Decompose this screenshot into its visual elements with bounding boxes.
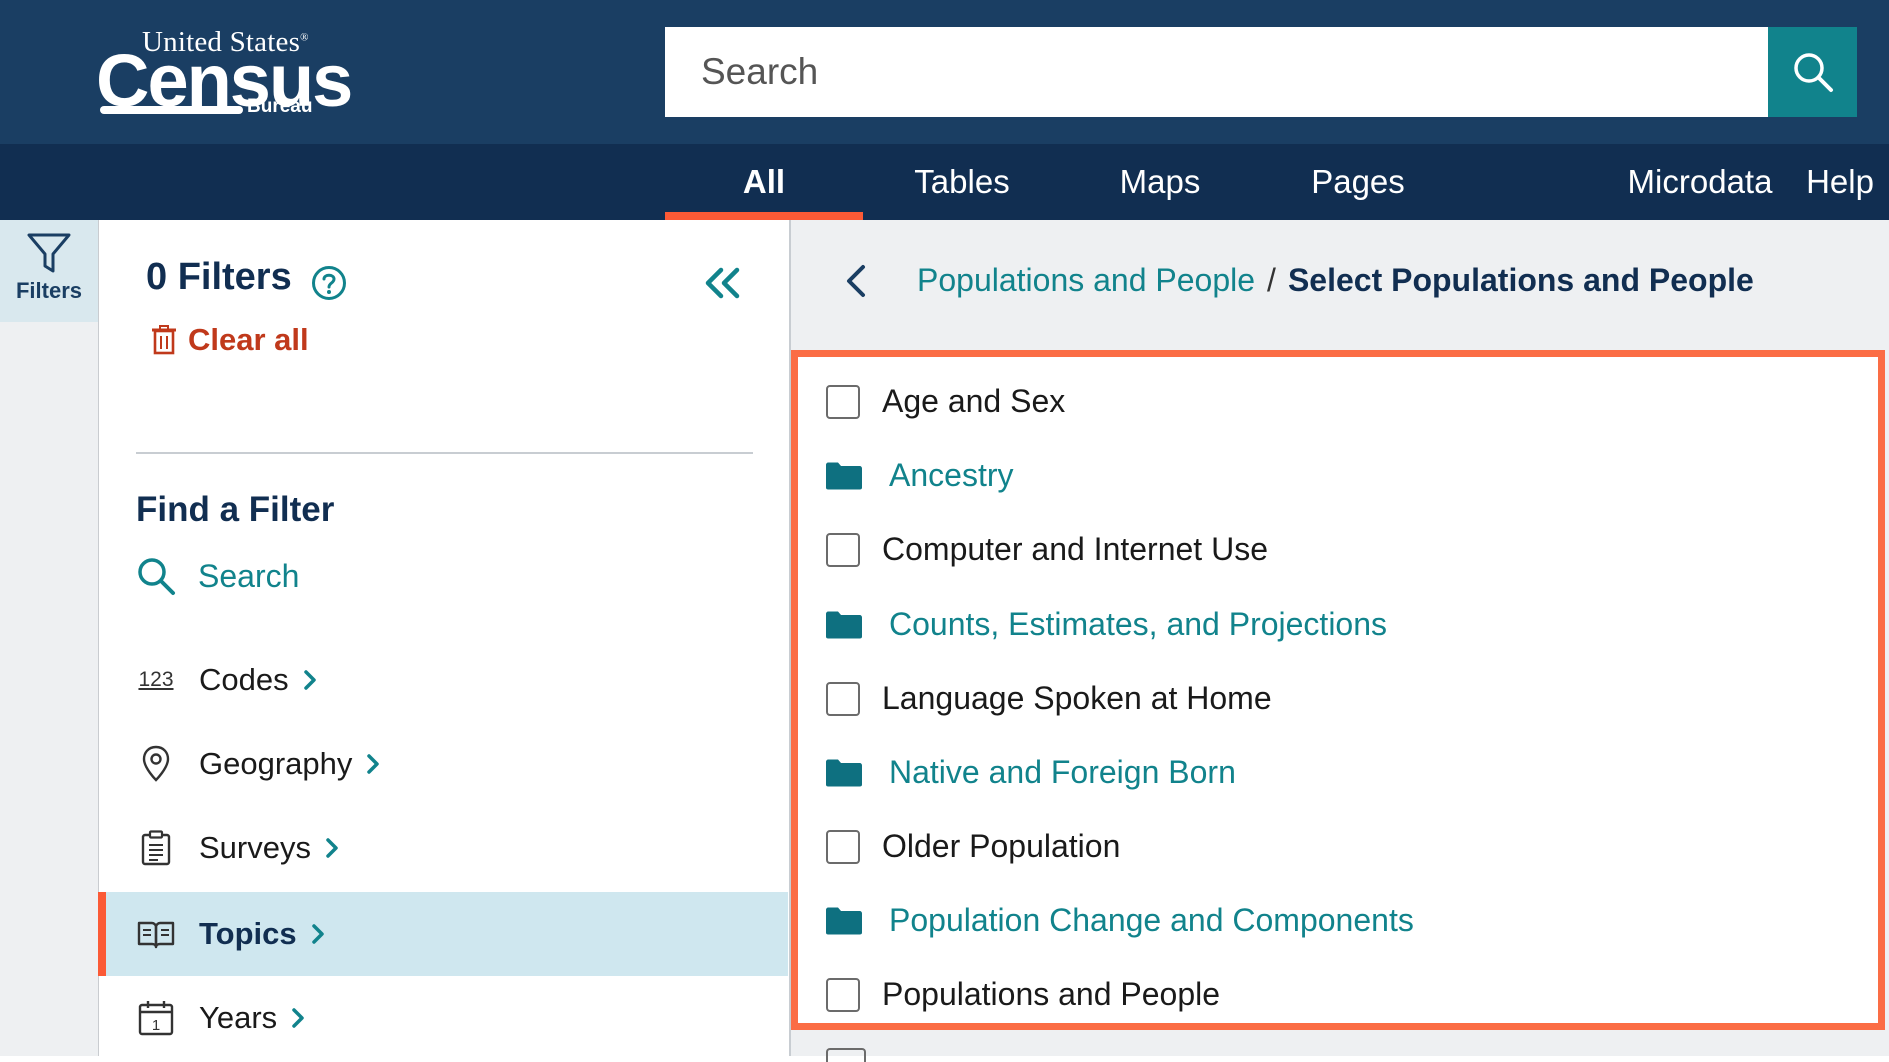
topic-folder-population-change-and-components[interactable]: Population Change and Components xyxy=(826,902,1414,939)
topic-checkbox[interactable] xyxy=(826,384,860,419)
help-icon[interactable] xyxy=(311,265,347,306)
collapse-panel-button[interactable] xyxy=(703,266,743,305)
chevron-right-icon xyxy=(311,924,324,944)
tab-microdata[interactable]: Microdata xyxy=(1610,144,1790,220)
filter-nav-topics-label: Topics xyxy=(199,916,297,951)
filter-nav-codes[interactable]: 123 Codes xyxy=(98,638,788,722)
tab-pages[interactable]: Pages xyxy=(1259,144,1457,220)
filter-nav-surveys[interactable]: Surveys xyxy=(98,806,788,890)
topic-checkbox[interactable] xyxy=(826,532,860,567)
topic-folder-counts-estimates-projections[interactable]: Counts, Estimates, and Projections xyxy=(826,606,1387,643)
topic-label: Older Population xyxy=(882,828,1121,864)
search-input[interactable] xyxy=(665,27,1751,117)
filter-nav-codes-label: Codes xyxy=(199,662,289,697)
location-pin-icon xyxy=(136,744,176,784)
svg-text:1: 1 xyxy=(152,1017,160,1034)
topic-checkbox[interactable] xyxy=(826,977,860,1012)
topic-folder-native-and-foreign-born[interactable]: Native and Foreign Born xyxy=(826,754,1236,791)
filter-nav-surveys-label: Surveys xyxy=(199,830,311,865)
filter-nav-topics[interactable]: Topics xyxy=(98,892,788,976)
topic-item-age-and-sex[interactable]: Age and Sex xyxy=(826,383,1065,420)
next-topic-checkbox-partial[interactable] xyxy=(826,1048,866,1062)
topic-item-populations-and-people[interactable]: Populations and People xyxy=(826,976,1220,1013)
topic-label: Ancestry xyxy=(889,457,1014,493)
funnel-icon xyxy=(27,233,71,273)
find-filter-search-link[interactable]: Search xyxy=(136,556,299,596)
search-icon xyxy=(138,558,175,595)
clipboard-icon xyxy=(136,828,176,868)
tab-help[interactable]: Help xyxy=(1795,144,1885,220)
open-book-icon xyxy=(136,914,176,954)
find-filter-heading: Find a Filter xyxy=(136,490,335,529)
filter-nav-geography-label: Geography xyxy=(199,746,353,781)
filters-count-title: 0 Filters xyxy=(146,256,292,298)
breadcrumb-parent-link[interactable]: Populations and People xyxy=(917,262,1255,299)
chevron-right-icon xyxy=(303,670,316,690)
topic-label: Populations and People xyxy=(882,976,1221,1012)
clear-all-button[interactable]: Clear all xyxy=(150,322,309,358)
filter-nav-years[interactable]: 1 Years xyxy=(98,976,788,1060)
topic-label: Computer and Internet Use xyxy=(882,531,1268,567)
topic-checkbox[interactable] xyxy=(826,829,860,864)
chevron-right-icon xyxy=(367,754,380,774)
logo-line3: Bureau xyxy=(247,96,313,117)
breadcrumb: Populations and People / Select Populati… xyxy=(845,262,1754,299)
filters-toggle-label: Filters xyxy=(15,278,83,303)
panel-divider xyxy=(136,452,753,454)
topic-label: Language Spoken at Home xyxy=(882,680,1272,716)
topic-label: Age and Sex xyxy=(882,383,1066,419)
filters-toggle-button[interactable]: Filters xyxy=(0,220,98,322)
topic-label: Counts, Estimates, and Projections xyxy=(889,606,1388,642)
folder-icon xyxy=(826,759,862,786)
clear-all-label: Clear all xyxy=(188,322,309,357)
topic-label: Native and Foreign Born xyxy=(889,754,1236,790)
find-filter-search-label: Search xyxy=(198,557,300,594)
calendar-icon: 1 xyxy=(136,998,176,1038)
search-icon xyxy=(1793,53,1833,92)
double-chevron-left-icon xyxy=(705,267,740,299)
folder-icon xyxy=(826,462,862,489)
folder-icon xyxy=(826,907,862,934)
topic-checkbox[interactable] xyxy=(826,681,860,716)
search-button[interactable] xyxy=(1768,27,1857,117)
folder-icon xyxy=(826,611,862,638)
chevron-right-icon xyxy=(326,838,338,858)
breadcrumb-current: Select Populations and People xyxy=(1287,262,1754,298)
trash-icon xyxy=(152,325,176,355)
breadcrumb-separator: / xyxy=(1267,262,1276,298)
logo-underline xyxy=(100,106,243,114)
topic-item-language-spoken-at-home[interactable]: Language Spoken at Home xyxy=(826,680,1272,717)
filter-rail xyxy=(0,220,99,1056)
back-chevron-icon[interactable] xyxy=(845,264,867,298)
census-logo[interactable]: United States® Census Bureau xyxy=(96,22,353,122)
chevron-right-icon xyxy=(292,1008,304,1028)
topic-item-computer-and-internet-use[interactable]: Computer and Internet Use xyxy=(826,531,1268,568)
tab-maps[interactable]: Maps xyxy=(1061,144,1259,220)
search-box xyxy=(665,27,1768,117)
topic-item-older-population[interactable]: Older Population xyxy=(826,828,1120,865)
filter-nav-geography[interactable]: Geography xyxy=(98,722,788,806)
tab-all[interactable]: All xyxy=(665,144,863,220)
codes-icon: 123 xyxy=(138,668,174,691)
tab-tables[interactable]: Tables xyxy=(863,144,1061,220)
topic-label: Population Change and Components xyxy=(889,902,1414,938)
topic-folder-ancestry[interactable]: Ancestry xyxy=(826,457,1013,494)
filter-nav-years-label: Years xyxy=(199,1000,278,1035)
